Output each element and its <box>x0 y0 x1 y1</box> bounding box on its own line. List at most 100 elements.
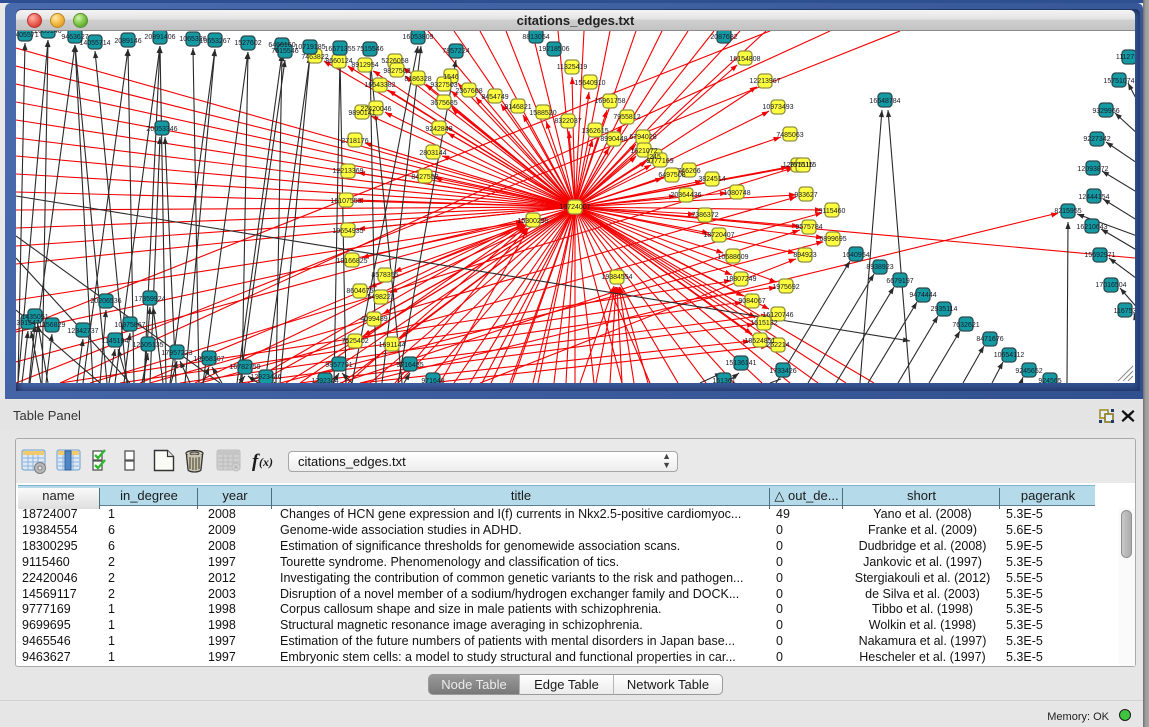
svg-text:16961758: 16961758 <box>594 98 625 105</box>
svg-text:20206536: 20206536 <box>90 298 121 305</box>
svg-text:1527602: 1527602 <box>234 40 261 47</box>
svg-text:9329966: 9329966 <box>1092 108 1119 115</box>
svg-text:151361: 151361 <box>712 378 735 383</box>
svg-text:8578355: 8578355 <box>371 272 398 279</box>
svg-text:12923446: 12923446 <box>250 374 281 381</box>
svg-text:8186328: 8186328 <box>404 76 431 83</box>
svg-text:9575784: 9575784 <box>795 224 822 231</box>
svg-text:10958107: 10958107 <box>193 356 224 363</box>
svg-text:1615132: 1615132 <box>750 320 777 327</box>
svg-text:10975867: 10975867 <box>114 322 145 329</box>
svg-text:7857224: 7857224 <box>442 48 469 55</box>
svg-text:9777169: 9777169 <box>646 158 673 165</box>
svg-text:12505135: 12505135 <box>132 342 163 349</box>
svg-text:20053346: 20053346 <box>146 126 177 133</box>
svg-text:2367608: 2367608 <box>455 88 482 95</box>
svg-text:2935114: 2935114 <box>931 306 958 313</box>
svg-text:8427552: 8427552 <box>411 174 438 181</box>
svg-text:16053809: 16053809 <box>402 34 433 41</box>
svg-text:15751074: 15751074 <box>1103 78 1134 85</box>
svg-text:15300295: 15300295 <box>517 218 548 225</box>
svg-text:18807249: 18807249 <box>725 276 756 283</box>
svg-text:14055714: 14055714 <box>79 40 110 47</box>
svg-text:16648784: 16648784 <box>869 98 900 105</box>
svg-text:16210643: 16210643 <box>1076 224 1107 231</box>
svg-text:5498222: 5498222 <box>367 294 394 301</box>
svg-text:12213369: 12213369 <box>332 168 363 175</box>
svg-text:19654935: 19654935 <box>332 228 363 235</box>
svg-text:(x): (x) <box>259 455 273 469</box>
svg-text:3675685: 3675685 <box>430 100 457 107</box>
svg-text:1080748: 1080748 <box>723 190 750 197</box>
svg-text:10973493: 10973493 <box>762 104 793 111</box>
svg-text:9245652: 9245652 <box>1015 368 1042 375</box>
svg-text:1733426: 1733426 <box>769 368 796 375</box>
svg-text:1691144: 1691144 <box>379 342 406 349</box>
svg-text:1435051: 1435051 <box>21 314 48 321</box>
svg-text:9716485: 9716485 <box>396 362 423 369</box>
svg-text:252214: 252214 <box>766 342 789 349</box>
svg-text:1156829: 1156829 <box>39 322 66 329</box>
svg-text:894923: 894923 <box>793 252 816 259</box>
svg-text:4099489: 4099489 <box>360 316 387 323</box>
svg-text:9227342: 9227342 <box>1083 136 1110 143</box>
svg-text:9827503: 9827503 <box>383 68 410 75</box>
svg-text:7632621: 7632621 <box>952 322 979 329</box>
svg-text:1362615: 1362615 <box>581 128 608 135</box>
svg-text:1588520: 1588520 <box>529 110 556 117</box>
svg-text:7955812: 7955812 <box>613 114 640 121</box>
svg-text:12444154: 12444154 <box>1078 194 1109 201</box>
svg-text:17957223: 17957223 <box>161 350 192 357</box>
svg-text:3824514: 3824514 <box>698 176 725 183</box>
svg-text:1292344: 1292344 <box>311 378 338 383</box>
svg-text:8322037: 8322037 <box>554 118 581 125</box>
svg-text:19218506: 19218506 <box>538 46 569 53</box>
svg-text:10654112: 10654112 <box>994 352 1025 359</box>
svg-text:7386372: 7386372 <box>691 212 718 219</box>
svg-text:16782759: 16782759 <box>229 364 260 371</box>
svg-text:933627: 933627 <box>794 192 817 199</box>
svg-text:16154808: 16154808 <box>729 56 760 63</box>
svg-text:8938923: 8938923 <box>866 264 893 271</box>
svg-text:9327503: 9327503 <box>430 82 457 89</box>
svg-text:9857791: 9857791 <box>325 362 352 369</box>
svg-text:15692971: 15692971 <box>1084 252 1115 259</box>
svg-text:2089140: 2089140 <box>34 31 61 35</box>
svg-text:16543382: 16543382 <box>364 82 395 89</box>
svg-text:1112753: 1112753 <box>1116 54 1135 61</box>
svg-text:6794028: 6794028 <box>629 134 656 141</box>
svg-text:1546: 1546 <box>443 74 459 81</box>
svg-text:17359924: 17359924 <box>134 296 165 303</box>
svg-text:17016504: 17016504 <box>1095 282 1126 289</box>
svg-text:6497508: 6497508 <box>658 172 685 179</box>
svg-text:9084067: 9084067 <box>738 298 765 305</box>
svg-text:8912954: 8912954 <box>351 62 378 69</box>
svg-text:15640910: 15640910 <box>574 80 605 87</box>
svg-text:391547: 391547 <box>16 320 39 327</box>
svg-text:19384554: 19384554 <box>601 274 632 281</box>
svg-text:10653267: 10653267 <box>199 38 230 45</box>
svg-text:9474444: 9474444 <box>909 292 936 299</box>
svg-text:11325419: 11325419 <box>557 64 588 71</box>
svg-text:8813054: 8813054 <box>522 34 549 41</box>
svg-text:924565: 924565 <box>1038 378 1061 383</box>
svg-text:16107553: 16107553 <box>330 198 361 205</box>
svg-text:16671355: 16671355 <box>324 46 355 53</box>
svg-text:9890141: 9890141 <box>348 110 375 117</box>
svg-text:116753: 116753 <box>1114 308 1135 315</box>
svg-text:7625402: 7625402 <box>341 338 368 345</box>
svg-text:8990448: 8990448 <box>600 136 627 143</box>
svg-text:12093872: 12093872 <box>1077 166 1108 173</box>
svg-text:6899695: 6899695 <box>819 236 846 243</box>
svg-text:7515115: 7515115 <box>790 162 817 169</box>
svg-text:9242848: 9242848 <box>425 126 452 133</box>
svg-text:2089146: 2089146 <box>114 38 141 45</box>
svg-text:10688609: 10688609 <box>717 254 748 261</box>
svg-text:8471676: 8471676 <box>976 336 1003 343</box>
svg-text:8454749: 8454749 <box>481 94 508 101</box>
svg-text:2803144: 2803144 <box>419 150 446 157</box>
svg-text:10719185: 10719185 <box>294 44 325 51</box>
svg-text:15136141: 15136141 <box>725 360 756 367</box>
svg-text:1640954: 1640954 <box>842 252 869 259</box>
svg-text:6679197: 6679197 <box>886 278 913 285</box>
